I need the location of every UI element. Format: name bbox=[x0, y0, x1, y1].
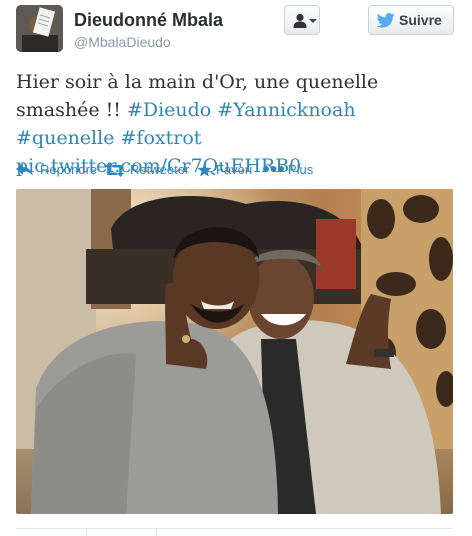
more-dots-icon bbox=[263, 166, 284, 172]
follow-label: Suivre bbox=[399, 12, 442, 28]
user-full-name[interactable]: Dieudonné Mbala bbox=[74, 9, 223, 31]
more-label: Plus bbox=[288, 162, 314, 177]
hashtag-foxtrot[interactable]: #foxtrot bbox=[121, 127, 202, 149]
tweet-photo[interactable] bbox=[16, 189, 453, 514]
hashtag-yannicknoah[interactable]: #Yannicknoah bbox=[217, 99, 355, 121]
avatar[interactable] bbox=[16, 5, 63, 52]
stats-divider-tick bbox=[86, 528, 87, 536]
user-icon bbox=[293, 13, 307, 28]
stats-divider bbox=[16, 528, 453, 529]
tweet-photo-image bbox=[16, 189, 453, 514]
stats-divider-tick bbox=[156, 528, 157, 536]
avatar-image bbox=[16, 5, 63, 52]
retweet-icon bbox=[105, 163, 124, 177]
user-screen-name[interactable]: @MbalaDieudo bbox=[74, 33, 223, 51]
retweet-label: Retweeter bbox=[130, 162, 190, 177]
tweet-header: Dieudonné Mbala @MbalaDieudo Suivre bbox=[16, 5, 456, 55]
reply-label: Répondre bbox=[40, 162, 98, 177]
favorite-label: Favori bbox=[216, 162, 253, 177]
user-actions-dropdown-button[interactable] bbox=[284, 5, 320, 35]
follow-button[interactable]: Suivre bbox=[368, 5, 454, 35]
hashtag-dieudo[interactable]: #Dieudo bbox=[127, 99, 211, 121]
user-names: Dieudonné Mbala @MbalaDieudo bbox=[74, 9, 223, 51]
hashtag-quenelle[interactable]: #quenelle bbox=[16, 127, 114, 149]
star-icon bbox=[197, 163, 212, 177]
chevron-down-icon bbox=[309, 19, 317, 23]
twitter-bird-icon bbox=[377, 13, 395, 28]
reply-icon bbox=[16, 163, 33, 176]
